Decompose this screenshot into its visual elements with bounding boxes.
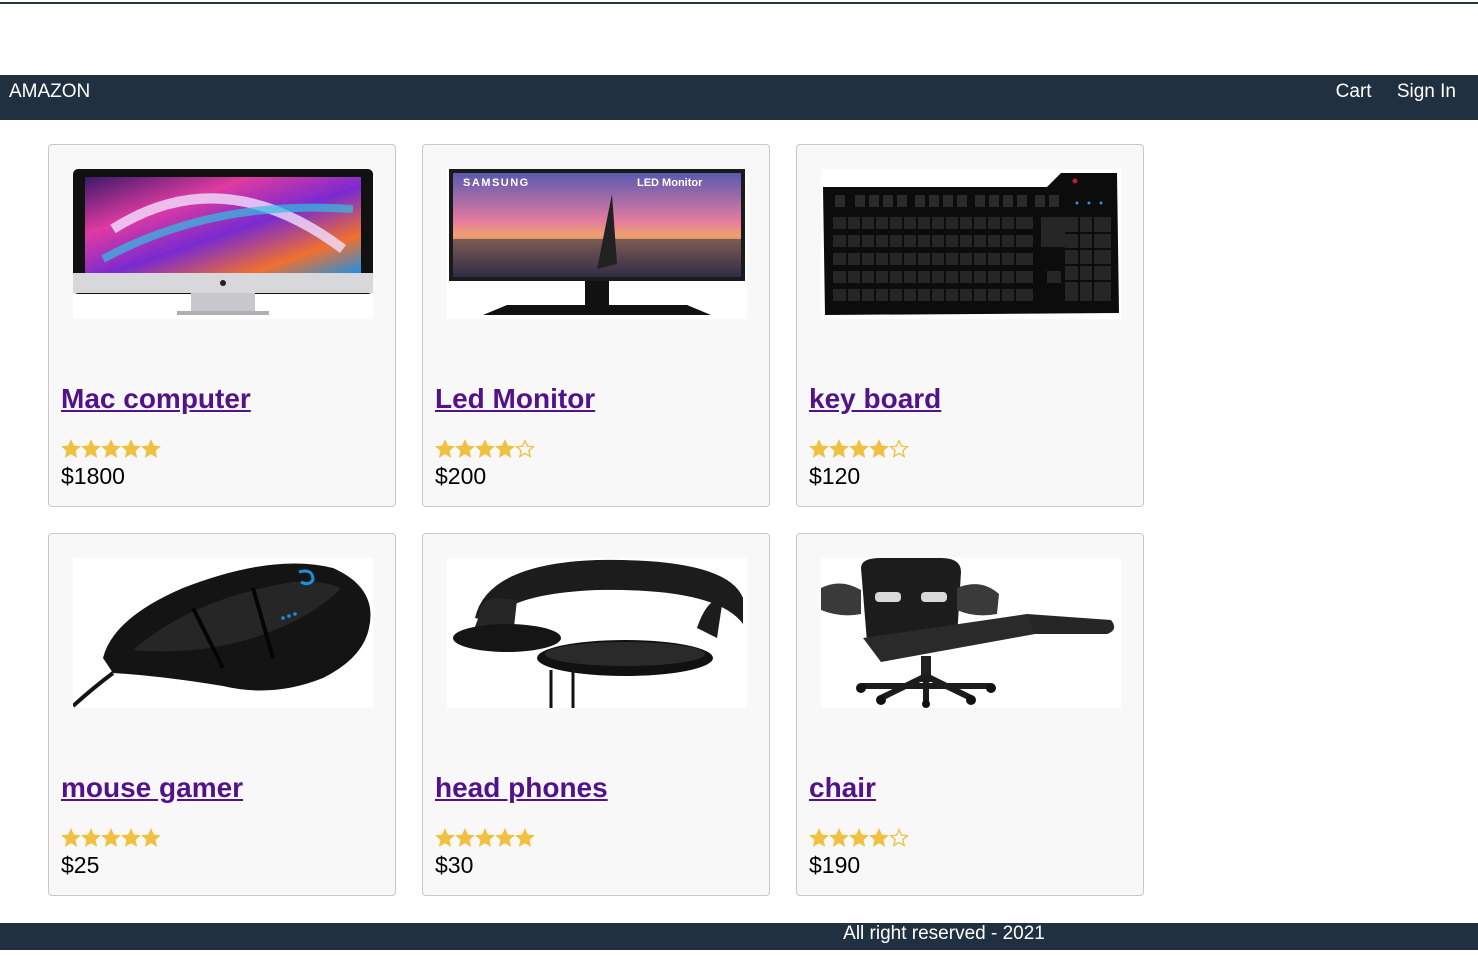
star-filled-icon xyxy=(141,439,161,458)
imac-image xyxy=(73,169,373,315)
star-filled-icon xyxy=(475,828,495,847)
product-name-link[interactable]: chair xyxy=(809,772,876,804)
monitor-brand-text: SAMSUNG xyxy=(463,177,530,189)
site-header: AMAZON Cart Sign In xyxy=(0,75,1478,120)
star-filled-icon xyxy=(495,828,515,847)
header-nav: Cart Sign In xyxy=(1316,81,1456,103)
star-filled-icon xyxy=(455,439,475,458)
star-filled-icon xyxy=(121,439,141,458)
product-card: key board $120 xyxy=(796,144,1144,507)
product-image-link[interactable] xyxy=(73,558,373,708)
star-filled-icon xyxy=(829,439,849,458)
star-filled-icon xyxy=(81,828,101,847)
product-price: $200 xyxy=(435,463,487,489)
product-image-link[interactable] xyxy=(447,558,747,708)
star-filled-icon xyxy=(101,439,121,458)
product-image-link[interactable] xyxy=(821,169,1121,319)
rating xyxy=(61,439,161,464)
product-price: $25 xyxy=(61,852,100,878)
keyboard-image xyxy=(823,173,1119,315)
star-filled-icon xyxy=(809,828,829,847)
monitor-image: SAMSUNG LED Monitor xyxy=(449,169,745,315)
product-name-link[interactable]: key board xyxy=(809,383,941,415)
footer-text: All right reserved - 2021 xyxy=(843,923,1045,944)
product-card: chair $190 xyxy=(796,533,1144,896)
product-card: head phones $30 xyxy=(422,533,770,896)
product-price: $1800 xyxy=(61,463,125,489)
star-filled-icon xyxy=(435,828,455,847)
star-filled-icon xyxy=(81,439,101,458)
headphones-image xyxy=(453,559,743,708)
product-card: mouse gamer $25 xyxy=(48,533,396,896)
rating xyxy=(809,439,909,464)
product-name-link[interactable]: head phones xyxy=(435,772,608,804)
star-filled-icon xyxy=(455,828,475,847)
star-filled-icon xyxy=(809,439,829,458)
signin-link[interactable]: Sign In xyxy=(1397,81,1456,102)
star-filled-icon xyxy=(475,439,495,458)
brand-link[interactable]: AMAZON xyxy=(9,81,90,103)
monitor-label-text: LED Monitor xyxy=(637,177,703,189)
star-empty-icon xyxy=(889,828,909,847)
star-filled-icon xyxy=(869,439,889,458)
product-card: SAMSUNG LED Monitor Led Monitor $200 xyxy=(422,144,770,507)
star-filled-icon xyxy=(141,828,161,847)
rating xyxy=(61,828,161,853)
star-filled-icon xyxy=(515,828,535,847)
star-filled-icon xyxy=(121,828,141,847)
rating xyxy=(435,828,535,853)
chair-image xyxy=(821,558,1115,708)
star-filled-icon xyxy=(829,828,849,847)
product-price: $30 xyxy=(435,852,474,878)
product-image-link[interactable] xyxy=(73,169,373,319)
product-name-link[interactable]: mouse gamer xyxy=(61,772,243,804)
rating xyxy=(809,828,909,853)
star-filled-icon xyxy=(849,828,869,847)
product-card: Mac computer $1800 xyxy=(48,144,396,507)
mouse-image xyxy=(73,563,371,708)
star-filled-icon xyxy=(495,439,515,458)
cart-link[interactable]: Cart xyxy=(1336,81,1372,102)
product-price: $120 xyxy=(809,463,861,489)
star-empty-icon xyxy=(889,439,909,458)
product-image-link[interactable] xyxy=(821,558,1121,708)
star-filled-icon xyxy=(435,439,455,458)
star-empty-icon xyxy=(515,439,535,458)
star-filled-icon xyxy=(849,439,869,458)
star-filled-icon xyxy=(61,439,81,458)
product-name-link[interactable]: Mac computer xyxy=(61,383,251,415)
product-price: $190 xyxy=(809,852,861,878)
star-filled-icon xyxy=(101,828,121,847)
star-filled-icon xyxy=(61,828,81,847)
product-image-link[interactable]: SAMSUNG LED Monitor xyxy=(447,169,747,319)
product-name-link[interactable]: Led Monitor xyxy=(435,383,595,415)
star-filled-icon xyxy=(869,828,889,847)
rating xyxy=(435,439,535,464)
top-border-line xyxy=(0,2,1478,4)
site-footer: All right reserved - 2021 xyxy=(0,923,1478,950)
